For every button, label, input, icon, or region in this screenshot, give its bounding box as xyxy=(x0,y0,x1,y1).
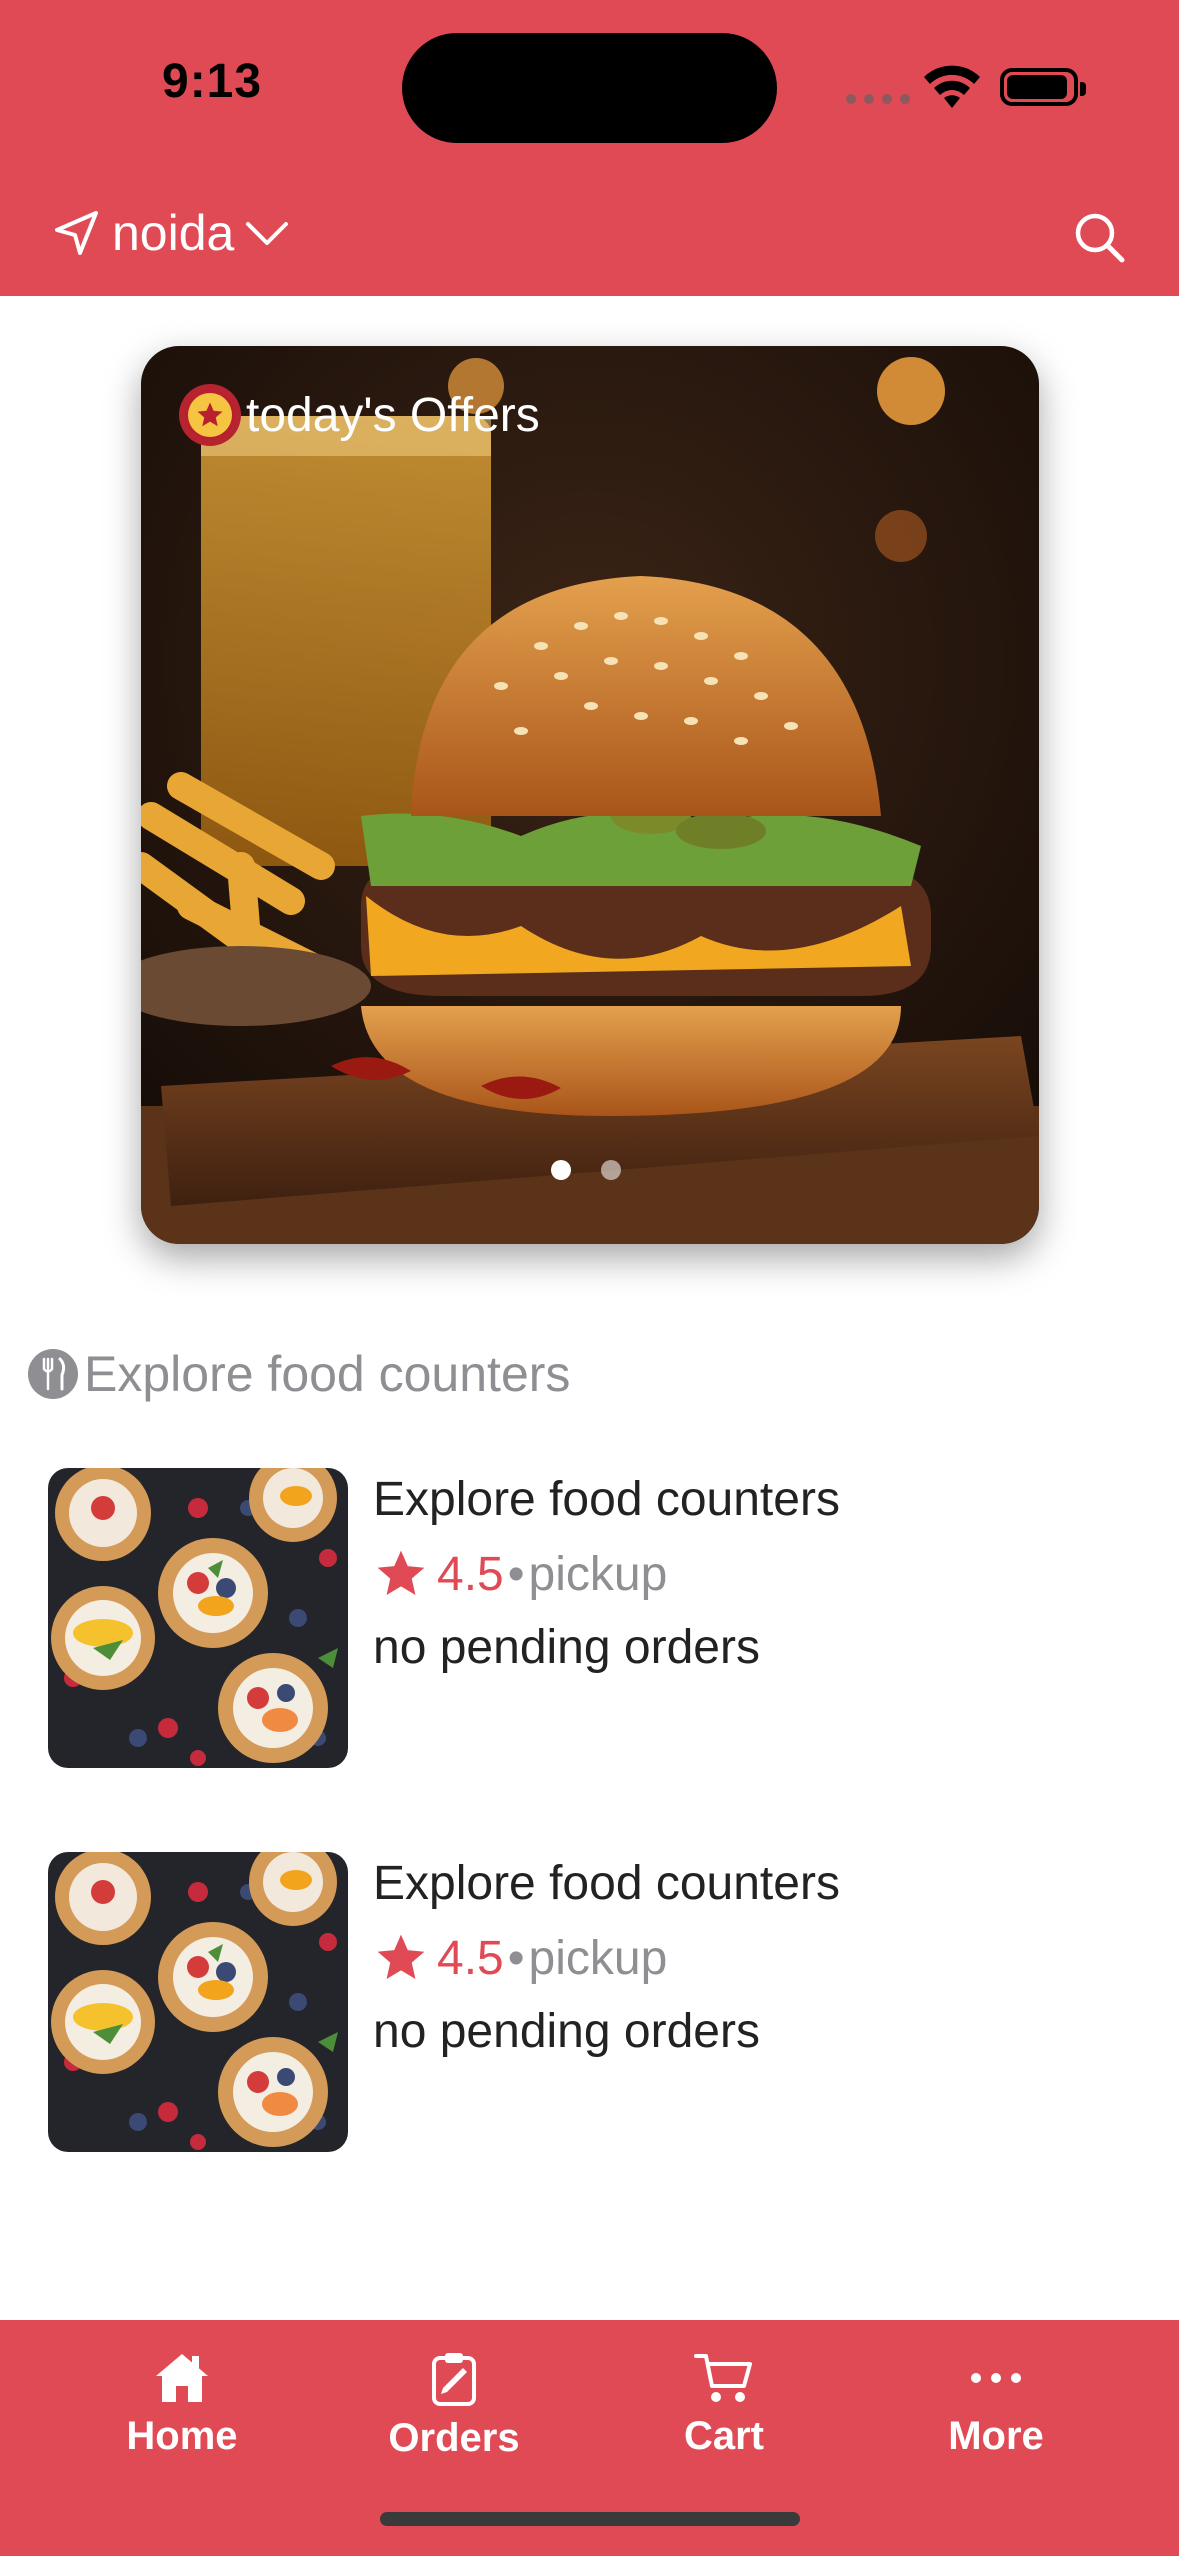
dynamic-island xyxy=(402,33,777,143)
counter-name: Explore food counters xyxy=(373,1857,840,1910)
battery-icon xyxy=(1000,68,1086,106)
counter-rating: 4.5 xyxy=(437,1931,504,1985)
search-icon[interactable] xyxy=(1072,210,1128,266)
tab-label: Cart xyxy=(683,2414,765,2458)
location-label: noida xyxy=(112,205,235,261)
counter-status: no pending orders xyxy=(373,1621,760,1674)
location-selector[interactable]: noida xyxy=(52,204,290,262)
fork-knife-icon xyxy=(28,1349,78,1399)
burger-with-fries-photo xyxy=(141,346,1039,1244)
fruit-tarts-photo xyxy=(48,1468,348,1768)
star-icon xyxy=(377,1934,425,1979)
ellipsis-icon xyxy=(971,2373,1021,2383)
banner-title: today's Offers xyxy=(246,389,540,442)
counter-mode: pickup xyxy=(528,1931,668,1985)
offers-banner[interactable]: today's Offers xyxy=(141,346,1039,1244)
app-header: 9:13 noida xyxy=(0,0,1179,296)
status-time: 9:13 xyxy=(162,55,263,108)
tab-label: Home xyxy=(126,2414,238,2458)
star-icon xyxy=(377,1550,425,1595)
counter-thumbnail xyxy=(48,1468,348,1768)
section-heading: Explore food counters xyxy=(28,1345,570,1403)
tab-cart[interactable]: Cart xyxy=(614,2350,834,2459)
star-badge-icon xyxy=(179,384,241,446)
meta-separator: • xyxy=(507,1547,525,1601)
tab-orders[interactable]: Orders xyxy=(344,2350,564,2461)
counter-meta: 4.5 • pickup xyxy=(373,1546,667,1602)
tab-home[interactable]: Home xyxy=(72,2350,292,2459)
section-title: Explore food counters xyxy=(84,1346,571,1402)
chevron-down-icon xyxy=(246,222,289,245)
home-indicator[interactable] xyxy=(380,2512,800,2526)
tab-more[interactable]: More xyxy=(886,2350,1106,2459)
cart-icon xyxy=(694,2354,752,2402)
navigation-arrow-icon xyxy=(55,211,98,255)
clipboard-icon xyxy=(432,2353,476,2406)
tab-label: More xyxy=(948,2414,1044,2458)
counter-thumbnail xyxy=(48,1852,348,2152)
wifi-icon xyxy=(924,65,980,108)
counter-status: no pending orders xyxy=(373,2005,760,2058)
page-indicator[interactable] xyxy=(551,1160,621,1180)
counter-mode: pickup xyxy=(528,1547,668,1601)
counter-meta: 4.5 • pickup xyxy=(373,1930,667,1986)
house-icon xyxy=(156,2354,208,2402)
meta-separator: • xyxy=(507,1931,525,1985)
cellular-signal-icon xyxy=(846,94,910,104)
counter-name: Explore food counters xyxy=(373,1473,840,1526)
page-dot-1[interactable] xyxy=(551,1160,571,1180)
counter-rating: 4.5 xyxy=(437,1547,504,1601)
tab-label: Orders xyxy=(388,2416,520,2460)
counter-card[interactable]: Explore food counters 4.5 • pickup no pe… xyxy=(48,1468,1148,1768)
page-dot-2[interactable] xyxy=(601,1160,621,1180)
fruit-tarts-photo xyxy=(48,1852,348,2152)
counter-card[interactable]: Explore food counters 4.5 • pickup no pe… xyxy=(48,1852,1148,2152)
